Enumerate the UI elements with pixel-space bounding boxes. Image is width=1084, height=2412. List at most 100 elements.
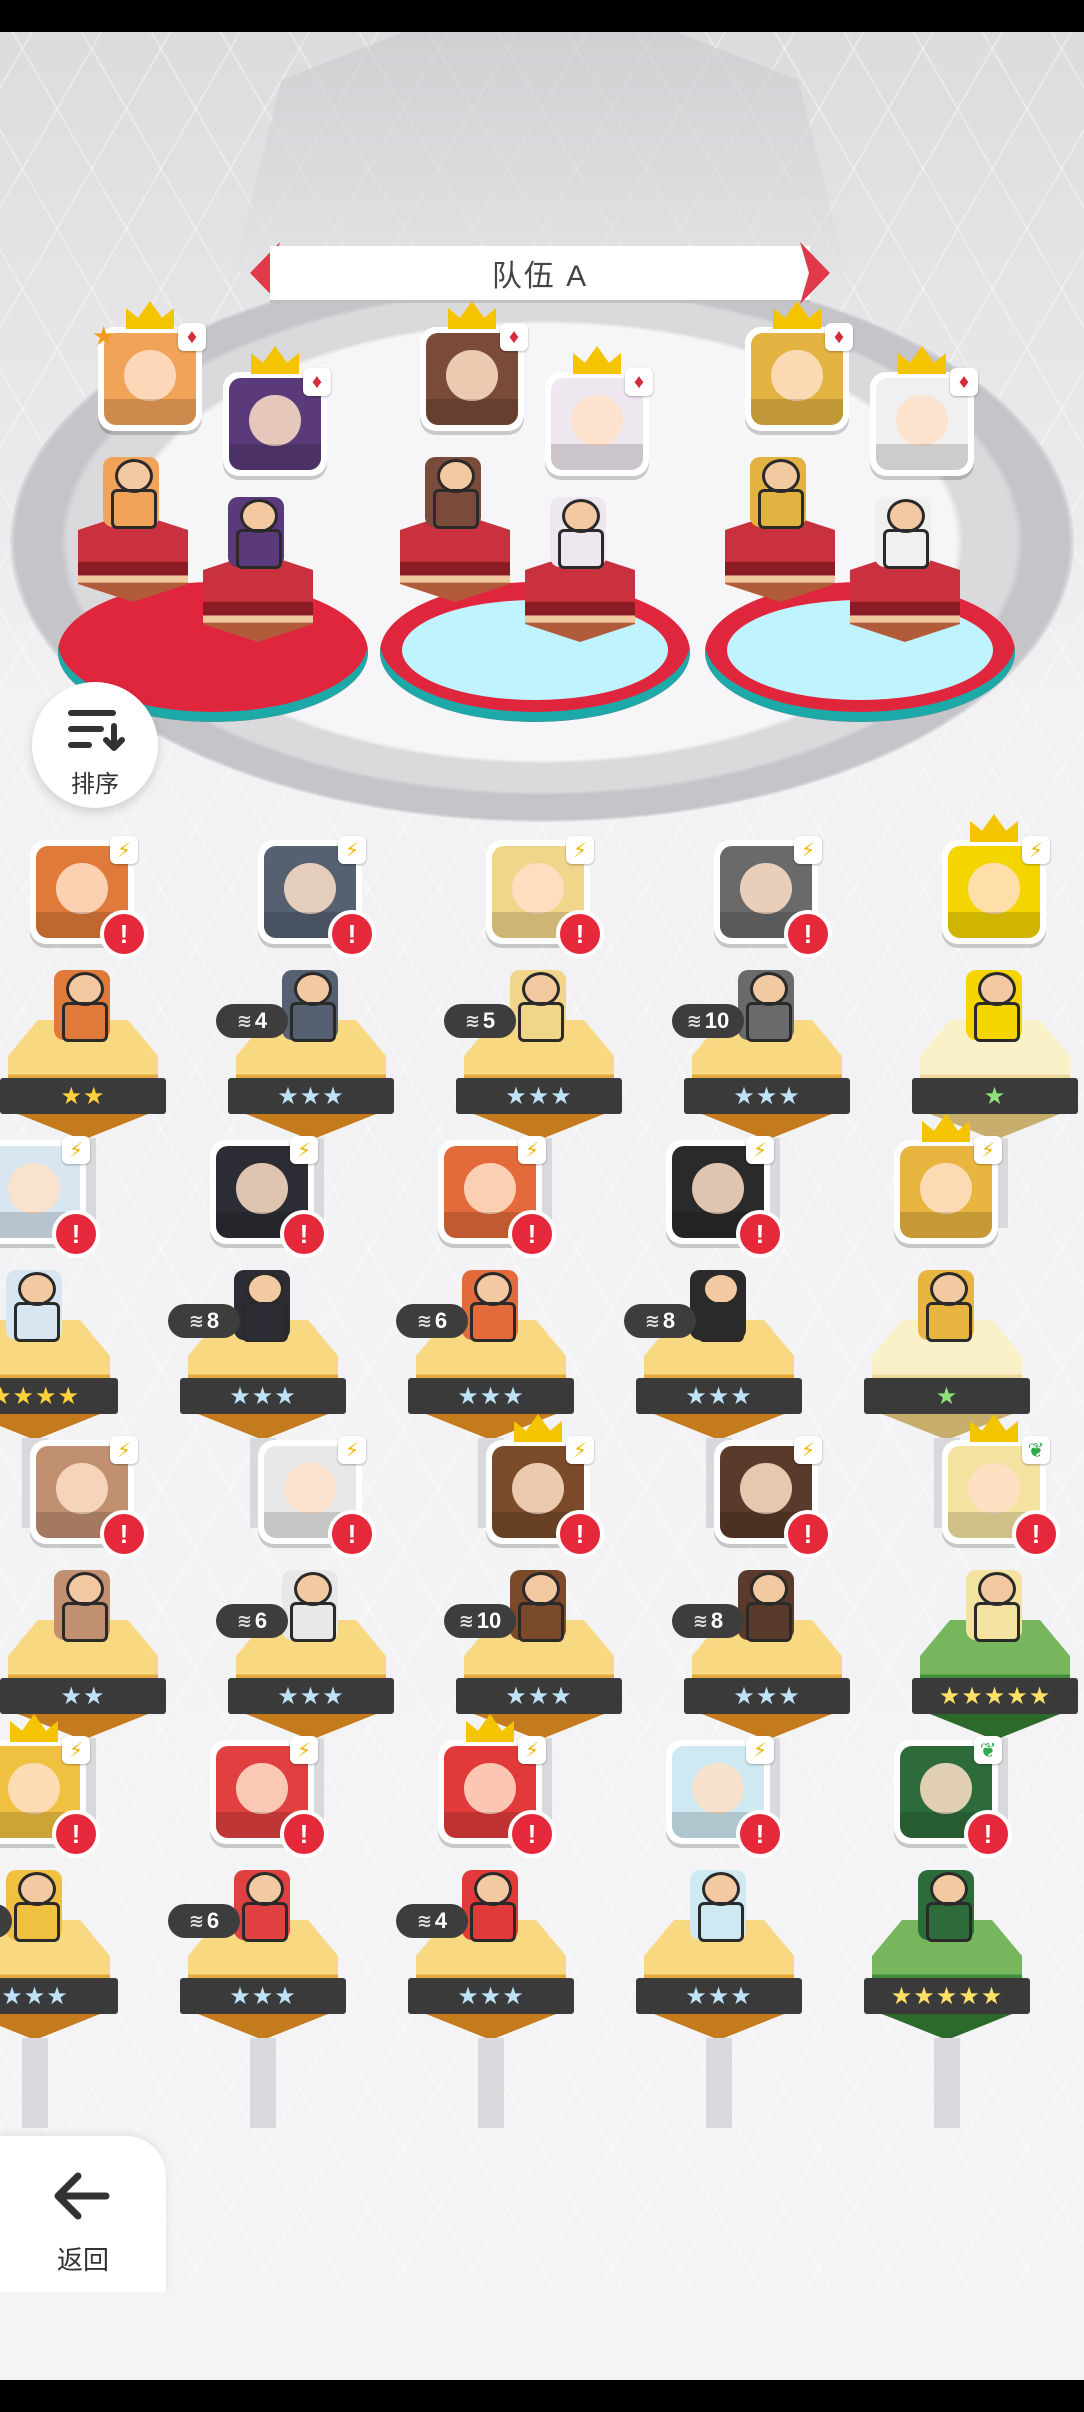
character-sprite[interactable] [510, 1570, 566, 1642]
character-portrait[interactable]: ♦ [870, 346, 978, 476]
character-portrait[interactable]: ♦ ★ [92, 301, 206, 431]
character-pedestal[interactable]: ★★★ 8 [168, 1270, 346, 1528]
character-sprite[interactable] [966, 970, 1022, 1042]
character-portrait[interactable]: ♦ [420, 301, 528, 431]
character-portrait[interactable]: ⚡! [210, 1136, 328, 1258]
leaf-icon: ❦ [1022, 1436, 1050, 1464]
character-pedestal[interactable]: ★★★★★ [864, 1870, 1030, 2128]
character-sprite[interactable] [282, 970, 338, 1042]
star-rating: ★★★ [636, 1978, 802, 2014]
character-sprite[interactable] [282, 1570, 338, 1642]
star-icon: ★ [92, 321, 116, 351]
star-rating: ★★★ [684, 1078, 850, 1114]
crown-icon [126, 301, 174, 329]
character-sprite[interactable] [234, 1870, 290, 1942]
character-portrait[interactable]: ⚡! [30, 1436, 148, 1558]
character-sprite[interactable] [510, 970, 566, 1042]
alert-icon: ! [280, 1210, 328, 1258]
character-portrait[interactable]: ♦ [223, 346, 331, 476]
alert-icon: ! [100, 910, 148, 958]
character-sprite[interactable] [750, 457, 806, 529]
bolt-icon: ⚡ [794, 836, 822, 864]
character-portrait[interactable]: ♦ [545, 346, 653, 476]
character-sprite[interactable] [54, 1570, 110, 1642]
character-portrait[interactable]: ⚡! [210, 1736, 328, 1858]
character-sprite[interactable] [462, 1870, 518, 1942]
character-sprite[interactable] [690, 1870, 746, 1942]
character-sprite[interactable] [228, 497, 284, 569]
pedestal-post [934, 2038, 960, 2128]
back-button[interactable]: 返回 [0, 2136, 166, 2296]
character-pedestal[interactable]: ★★★ 8 [624, 1270, 802, 1528]
character-portrait[interactable]: ⚡! [486, 836, 604, 958]
character-pedestal[interactable]: ★★★ 6 [216, 1570, 394, 1828]
alert-icon: ! [736, 1210, 784, 1258]
character-pedestal[interactable]: ★★★ 4 [216, 970, 394, 1228]
character-pedestal[interactable]: ★★★2 [0, 1870, 118, 2128]
bolt-icon: ⚡ [290, 1736, 318, 1764]
crown-icon [970, 814, 1018, 842]
character-sprite[interactable] [738, 970, 794, 1042]
alert-icon: ! [736, 1810, 784, 1858]
character-pedestal[interactable]: ★★★★ [0, 1270, 118, 1528]
alert-icon: ! [556, 910, 604, 958]
team-slot[interactable] [380, 457, 690, 722]
level-badge: 6 [216, 1604, 288, 1638]
character-sprite[interactable] [690, 1270, 746, 1342]
alert-icon: ! [784, 910, 832, 958]
character-portrait[interactable]: ❦! [894, 1736, 1012, 1858]
bolt-icon: ⚡ [338, 836, 366, 864]
team-banner[interactable]: 队伍 A [250, 242, 830, 304]
alert-icon: ! [1012, 1510, 1060, 1558]
character-portrait[interactable]: ⚡! [438, 1714, 556, 1858]
character-portrait[interactable]: ⚡! [0, 1136, 100, 1258]
character-portrait[interactable]: ⚡ [942, 814, 1050, 944]
character-sprite[interactable] [875, 497, 931, 569]
character-sprite[interactable] [425, 457, 481, 529]
character-portrait[interactable]: ⚡! [486, 1414, 604, 1558]
character-pedestal[interactable]: ★★★ 8 [672, 1570, 850, 1828]
character-sprite[interactable] [54, 970, 110, 1042]
bolt-icon: ⚡ [518, 1736, 546, 1764]
sort-button[interactable]: 排序 [32, 682, 158, 808]
character-sprite[interactable] [918, 1270, 974, 1342]
character-portrait[interactable]: ⚡! [30, 836, 148, 958]
card-suit-icon: ♦ [625, 368, 653, 396]
alert-icon: ! [280, 1810, 328, 1858]
character-pedestal[interactable]: ★★★ 5 [444, 970, 622, 1228]
character-portrait[interactable]: ⚡! [438, 1136, 556, 1258]
bolt-icon: ⚡ [110, 1436, 138, 1464]
character-pedestal[interactable]: ★★ [0, 970, 166, 1228]
character-pedestal[interactable]: ★★★ 10 [672, 970, 850, 1228]
character-sprite[interactable] [738, 1570, 794, 1642]
character-sprite[interactable] [234, 1270, 290, 1342]
character-portrait[interactable]: ❦! [942, 1414, 1060, 1558]
team-slot[interactable] [705, 457, 1015, 722]
character-portrait[interactable]: ⚡! [714, 836, 832, 958]
character-pedestal[interactable]: ★★★★★ [912, 1570, 1078, 1828]
character-pedestal[interactable]: ★★★ 4 [396, 1870, 574, 2128]
character-portrait[interactable]: ⚡! [666, 1736, 784, 1858]
character-pedestal[interactable]: ★★★ [636, 1870, 802, 2128]
level-badge: 10 [444, 1604, 516, 1638]
card-suit-icon: ♦ [950, 368, 978, 396]
character-sprite[interactable] [6, 1270, 62, 1342]
character-sprite[interactable] [103, 457, 159, 529]
character-pedestal[interactable]: ★★★ 6 [168, 1870, 346, 2128]
character-portrait[interactable]: ⚡! [666, 1136, 784, 1258]
level-badge: 6 [168, 1904, 240, 1938]
character-portrait[interactable]: ⚡! [258, 1436, 376, 1558]
character-portrait[interactable]: ⚡! [258, 836, 376, 958]
character-portrait[interactable]: ⚡! [714, 1436, 832, 1558]
character-sprite[interactable] [6, 1870, 62, 1942]
character-sprite[interactable] [550, 497, 606, 569]
character-portrait[interactable]: ♦ [745, 301, 853, 431]
alert-icon: ! [52, 1810, 100, 1858]
character-sprite[interactable] [966, 1570, 1022, 1642]
character-portrait[interactable]: ⚡ [894, 1114, 1002, 1244]
character-sprite[interactable] [918, 1870, 974, 1942]
alert-icon: ! [52, 1210, 100, 1258]
character-sprite[interactable] [462, 1270, 518, 1342]
character-portrait[interactable]: ⚡! [0, 1714, 100, 1858]
alert-icon: ! [508, 1810, 556, 1858]
